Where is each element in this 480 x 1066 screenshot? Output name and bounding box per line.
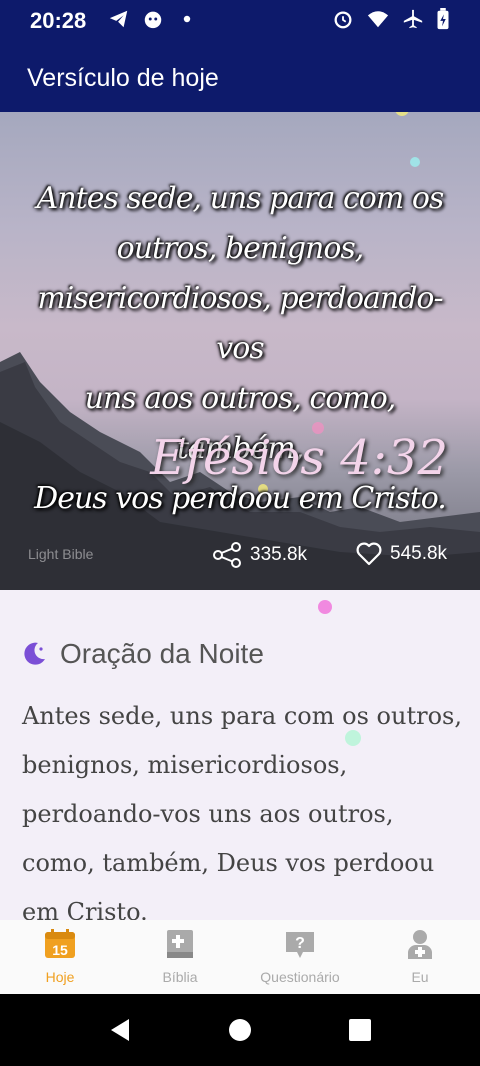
svg-text:15: 15 <box>52 942 68 958</box>
tab-biblia[interactable]: Bíblia <box>120 928 240 985</box>
page-title: Versículo de hoje <box>27 64 219 92</box>
app-icon <box>144 11 162 29</box>
app-bar: Versículo de hoje <box>0 42 480 112</box>
status-bar: 20:28 <box>0 0 480 42</box>
verse-card[interactable]: Antes sede, uns para com os outros, beni… <box>0 112 480 590</box>
home-icon[interactable] <box>228 1018 252 1042</box>
bible-icon <box>167 930 193 958</box>
svg-text:?: ? <box>295 935 305 952</box>
tab-questionario[interactable]: ? Questionário <box>240 928 360 985</box>
sparkle <box>410 157 420 167</box>
airplane-icon <box>403 9 423 29</box>
tab-label: Eu <box>411 969 429 985</box>
calendar-icon: 15 <box>45 929 75 958</box>
status-time: 20:28 <box>30 8 87 33</box>
prayer-title: Oração da Noite <box>60 638 264 669</box>
bottom-nav: 15 Hoje Bíblia ? Questionário Eu <box>0 920 480 994</box>
verse-line: Antes sede, uns para com os <box>36 181 445 216</box>
verse-line: misericordiosos, perdoando-vos <box>37 281 443 366</box>
back-icon[interactable] <box>107 1017 133 1043</box>
prayer-text: Antes sede, uns para com os outros, beni… <box>22 702 462 920</box>
profile-icon <box>408 930 432 959</box>
heart-icon <box>356 542 382 566</box>
telegram-icon <box>109 10 128 28</box>
battery-icon <box>437 8 449 30</box>
tab-hoje[interactable]: 15 Hoje <box>0 928 120 985</box>
wifi-icon <box>367 11 389 28</box>
like-button[interactable]: 545.8k <box>356 542 447 566</box>
like-count: 545.8k <box>390 543 448 564</box>
moon-icon <box>24 642 45 665</box>
system-nav-bar <box>0 994 480 1066</box>
share-count: 335.8k <box>250 544 308 565</box>
prayer-header: Oração da Noite <box>20 638 264 670</box>
verse-reference: Efésios 4:32 <box>150 430 448 486</box>
recents-icon[interactable] <box>348 1018 372 1042</box>
quiz-icon: ? <box>286 932 314 958</box>
alarm-icon <box>334 11 352 29</box>
tab-eu[interactable]: Eu <box>360 928 480 985</box>
dot-icon <box>183 15 191 23</box>
sparkle <box>318 600 332 614</box>
prayer-section: Oração da Noite Antes sede, uns para com… <box>0 590 480 920</box>
tab-label: Bíblia <box>162 969 198 985</box>
share-button[interactable]: 335.8k <box>212 542 307 568</box>
tab-label: Hoje <box>45 969 75 985</box>
verse-line: outros, benignos, <box>116 231 365 266</box>
share-icon <box>213 542 241 568</box>
watermark: Light Bible <box>28 546 94 562</box>
tab-label: Questionário <box>260 969 340 985</box>
